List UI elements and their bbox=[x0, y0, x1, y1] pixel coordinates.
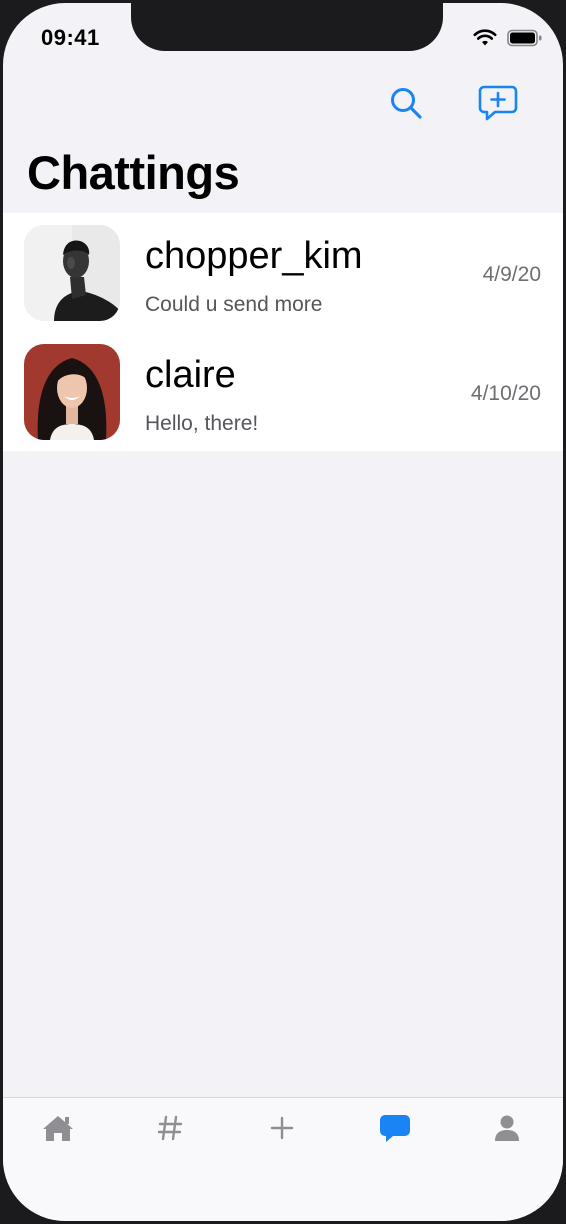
chat-preview: Hello, there! bbox=[145, 412, 259, 435]
battery-icon bbox=[507, 29, 543, 52]
plus-icon bbox=[269, 1115, 295, 1146]
tab-chats[interactable] bbox=[375, 1110, 415, 1150]
chat-list: chopper_kim Could u send more 4/9/20 cla… bbox=[3, 213, 563, 451]
new-chat-button[interactable] bbox=[478, 85, 518, 125]
hashtag-icon bbox=[156, 1114, 184, 1147]
screen: 09:41 Chattings chopper_kim Could u send… bbox=[3, 3, 563, 1221]
notch bbox=[131, 3, 443, 51]
search-button[interactable] bbox=[386, 85, 426, 125]
chat-row[interactable]: chopper_kim Could u send more 4/9/20 bbox=[3, 213, 563, 332]
device-frame: 09:41 Chattings chopper_kim Could u send… bbox=[0, 0, 566, 1224]
chat-date: 4/10/20 bbox=[470, 382, 541, 405]
chat-name: chopper_kim bbox=[145, 235, 363, 277]
tab-profile[interactable] bbox=[487, 1110, 527, 1150]
chat-date: 4/9/20 bbox=[482, 263, 541, 286]
tab-add[interactable] bbox=[262, 1110, 302, 1150]
avatar bbox=[24, 225, 120, 321]
avatar bbox=[24, 344, 120, 440]
status-icons bbox=[473, 29, 543, 52]
search-icon bbox=[388, 85, 424, 126]
tab-bar bbox=[3, 1097, 563, 1221]
chat-row[interactable]: claire Hello, there! 4/10/20 bbox=[3, 332, 563, 451]
home-icon bbox=[42, 1113, 74, 1148]
tab-home[interactable] bbox=[38, 1110, 78, 1150]
page-title: Chattings bbox=[27, 146, 240, 199]
chat-preview: Could u send more bbox=[145, 293, 323, 316]
person-icon bbox=[494, 1114, 520, 1147]
wifi-icon bbox=[473, 29, 497, 52]
compose-message-icon bbox=[478, 84, 518, 127]
tab-explore[interactable] bbox=[150, 1110, 190, 1150]
chat-name: claire bbox=[145, 354, 236, 396]
chat-bubble-icon bbox=[379, 1113, 411, 1148]
status-time: 09:41 bbox=[41, 25, 100, 50]
